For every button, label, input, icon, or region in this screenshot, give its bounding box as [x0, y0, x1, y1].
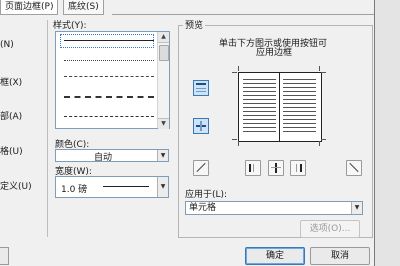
width-select[interactable]: 1.0 磅 ▼ [55, 176, 169, 198]
apply-to-select[interactable]: 单元格 ▼ [185, 201, 363, 215]
options-button-label: 选项(O)... [309, 224, 351, 234]
color-select[interactable]: 自动 ▼ [55, 149, 169, 163]
preview-label: 预览 [183, 18, 206, 31]
scroll-up-icon[interactable]: ▲ [158, 32, 169, 43]
top-border-icon[interactable] [193, 80, 209, 96]
setting-custom-label[interactable]: 定义(U) [0, 179, 32, 192]
cancel-button-label: 取消 [330, 251, 349, 261]
left-divider [47, 20, 48, 237]
diagonal-down-border-icon[interactable] [193, 160, 209, 176]
ok-button[interactable]: 确定 [245, 247, 305, 265]
left-border-icon[interactable] [245, 160, 261, 176]
scroll-thumb[interactable] [159, 45, 169, 61]
scroll-down-icon[interactable]: ▼ [158, 118, 169, 129]
right-border-icon[interactable] [290, 160, 306, 176]
apply-to-value: 单元格 [189, 203, 217, 213]
options-button[interactable]: 选项(O)... [300, 220, 360, 238]
inside-vertical-border-icon[interactable] [268, 160, 284, 176]
line-style-small-dash[interactable] [64, 76, 154, 77]
tab-page-border[interactable]: 页面边框(P) [0, 0, 59, 15]
line-style-scrollbar[interactable]: ▲ ▼ [157, 32, 169, 129]
setting-none-label[interactable]: (N) [0, 40, 14, 50]
tab-shading-label: 底纹(S) [68, 2, 99, 12]
line-style-solid[interactable] [64, 40, 154, 41]
ok-button-label: 确定 [265, 251, 284, 261]
line-style-dash[interactable] [64, 96, 154, 98]
color-value: 自动 [94, 153, 113, 163]
color-dropdown-icon[interactable]: ▼ [157, 150, 168, 161]
setting-grid-label[interactable]: 格(U) [0, 144, 23, 157]
line-style-dotted[interactable] [64, 60, 154, 61]
tab-baseline [112, 14, 375, 15]
bottom-left-button-stub[interactable] [0, 247, 9, 265]
style-label: 样式(Y): [53, 21, 87, 31]
line-style-dash-dot[interactable] [64, 116, 154, 117]
width-value: 1.0 磅 [61, 185, 88, 195]
tab-shading[interactable]: 底纹(S) [63, 0, 104, 15]
line-style-list[interactable]: ▲ ▼ [55, 31, 170, 129]
setting-box-label[interactable]: 框(X) [0, 75, 22, 88]
preview-hint-2: 应用边框 [256, 48, 293, 58]
window-outer [375, 0, 400, 266]
selected-style-outline [60, 34, 154, 48]
width-dropdown-icon[interactable]: ▼ [157, 177, 168, 197]
setting-all-label[interactable]: 部(A) [0, 109, 22, 122]
apply-to-dropdown-icon[interactable]: ▼ [351, 202, 362, 214]
cancel-button[interactable]: 取消 [310, 247, 370, 265]
width-line-sample [103, 186, 149, 187]
inside-horizontal-border-icon[interactable] [193, 118, 209, 134]
tab-page-border-label: 页面边框(P) [5, 2, 54, 12]
apply-to-label: 应用于(L): [185, 190, 228, 200]
preview-corner-guides [232, 66, 326, 146]
diagonal-up-border-icon[interactable] [346, 160, 362, 176]
